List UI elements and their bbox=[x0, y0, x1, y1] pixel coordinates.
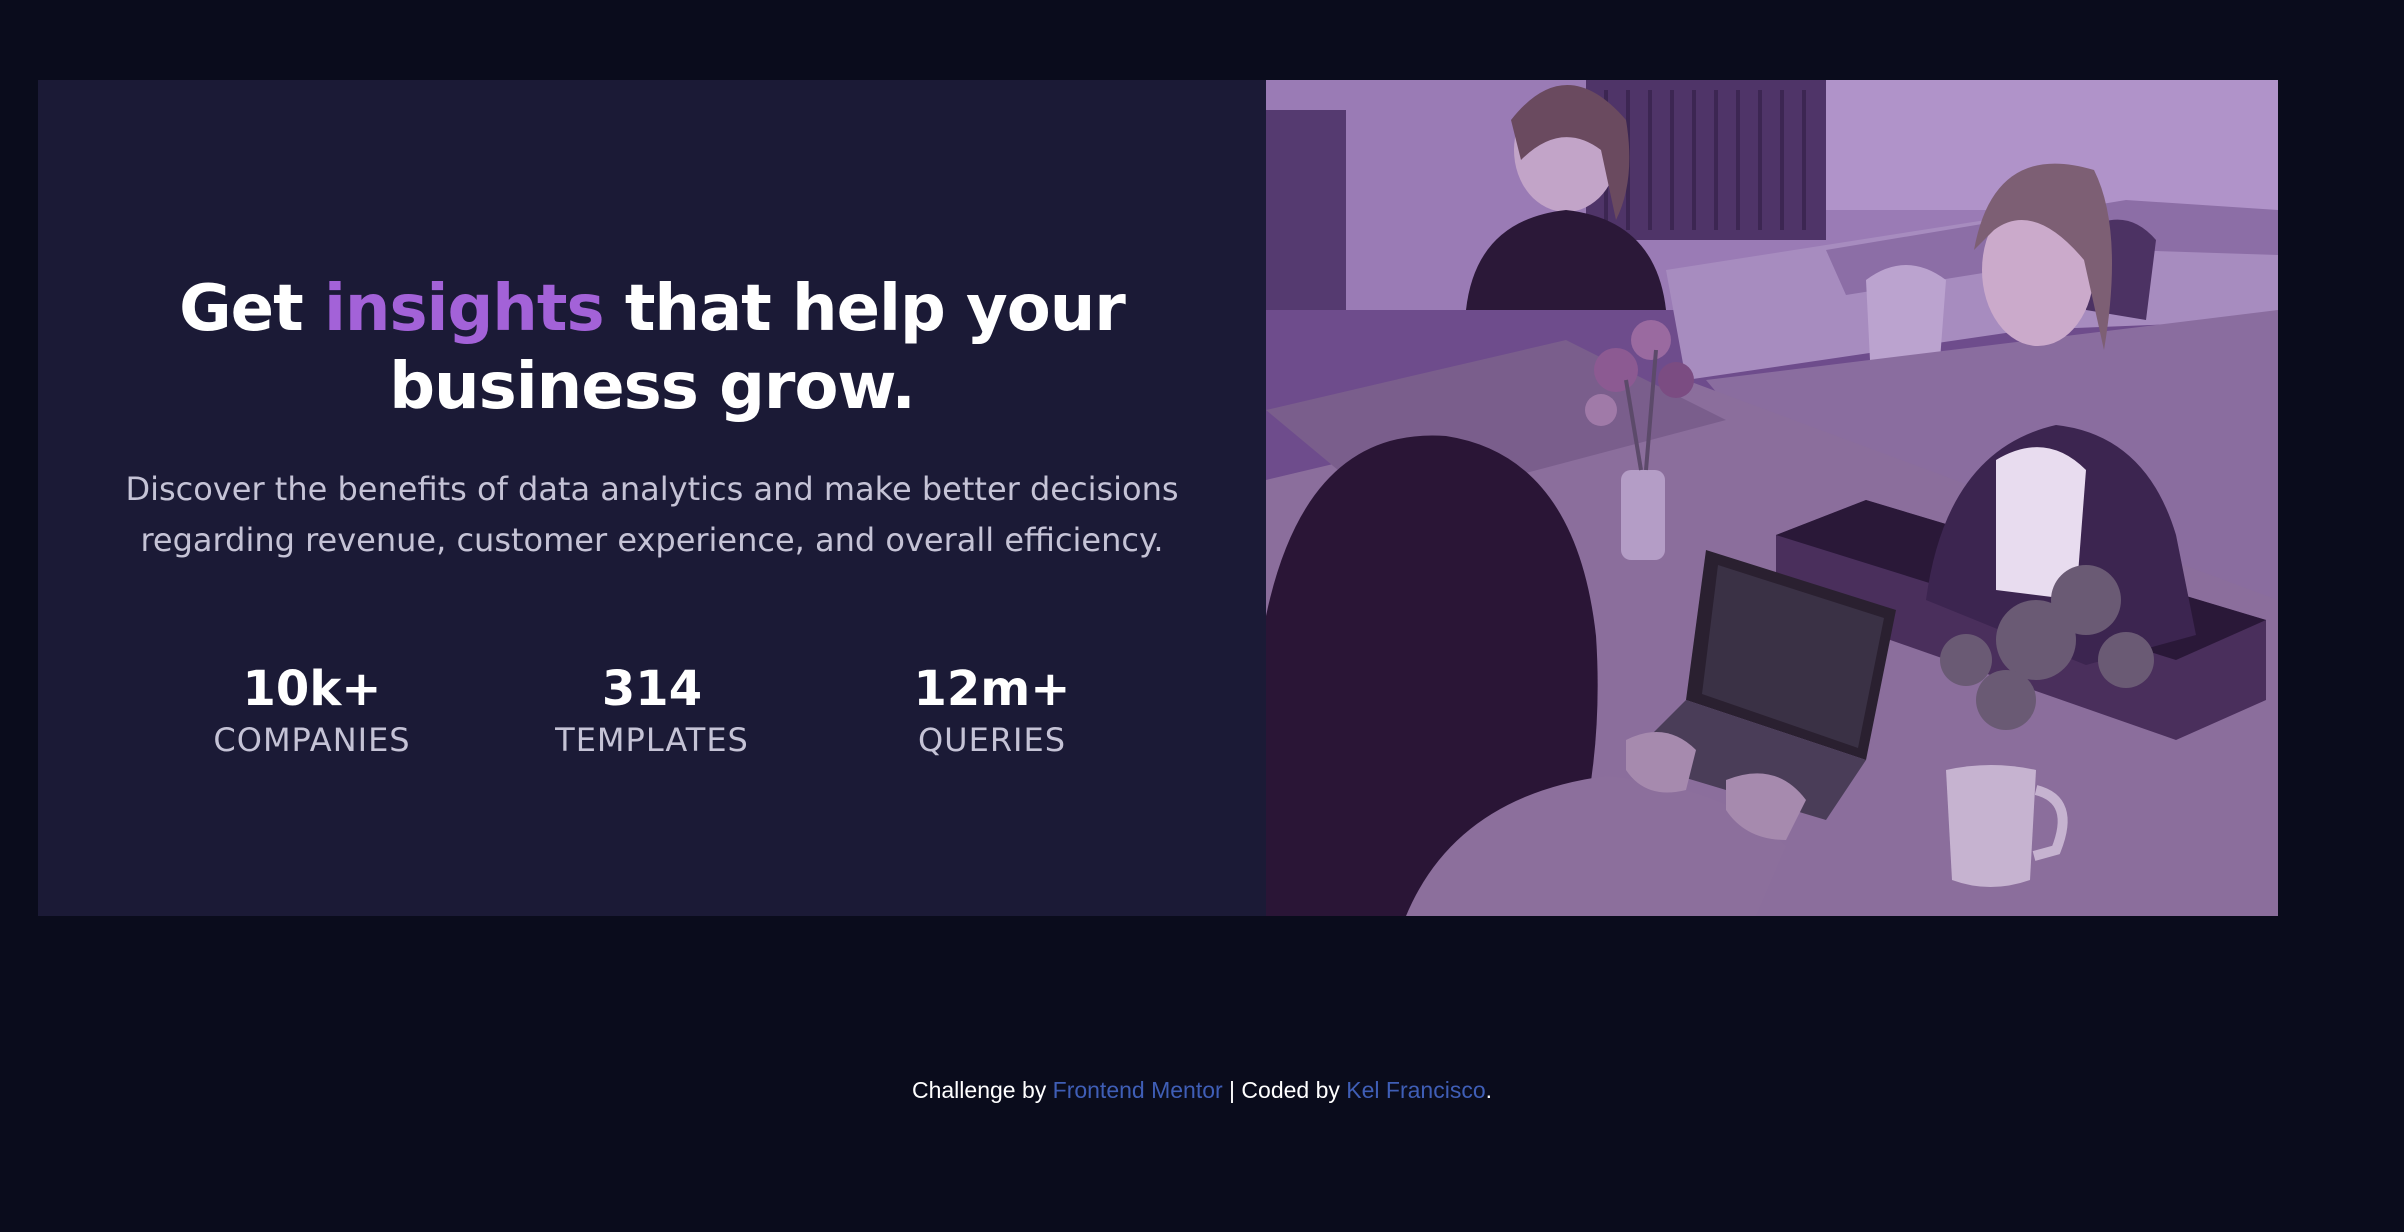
headline-accent: insights bbox=[323, 272, 605, 346]
author-link[interactable]: Kel Francisco bbox=[1346, 1077, 1485, 1103]
description: Discover the benefits of data analytics … bbox=[125, 470, 1179, 559]
stat-companies: 10k+ COMPANIES bbox=[152, 664, 472, 760]
stats-preview-card: Get insights that help your business gro… bbox=[38, 80, 2278, 916]
stat-value: 12m+ bbox=[913, 661, 1071, 717]
card-content: Get insights that help your business gro… bbox=[38, 80, 1266, 916]
footer-middle: | Coded by bbox=[1222, 1077, 1347, 1103]
footer-prefix: Challenge by bbox=[911, 1077, 1053, 1103]
stat-queries: 12m+ QUERIES bbox=[832, 664, 1152, 760]
frontend-mentor-link[interactable]: Frontend Mentor bbox=[1053, 1077, 1223, 1103]
headline: Get insights that help your business gro… bbox=[152, 270, 1152, 426]
footer-suffix: . bbox=[1485, 1077, 1492, 1103]
stat-templates: 314 TEMPLATES bbox=[492, 664, 812, 760]
shelf bbox=[1266, 110, 1346, 310]
stat-label: QUERIES bbox=[917, 721, 1067, 759]
office-photo-illustration bbox=[1266, 80, 2278, 916]
office-photo bbox=[1266, 80, 2278, 916]
stat-value: 314 bbox=[601, 661, 703, 717]
stat-label: TEMPLATES bbox=[555, 721, 749, 759]
stats-row: 10k+ COMPANIES 314 TEMPLATES 12m+ QUERIE… bbox=[152, 664, 1152, 760]
mug bbox=[1946, 765, 2036, 887]
stat-value: 10k+ bbox=[242, 661, 382, 717]
attribution-footer: Challenge by Frontend Mentor | Coded by … bbox=[0, 1074, 2404, 1106]
chair bbox=[1866, 265, 1946, 360]
headline-start: Get bbox=[179, 272, 324, 346]
stat-label: COMPANIES bbox=[213, 721, 411, 759]
